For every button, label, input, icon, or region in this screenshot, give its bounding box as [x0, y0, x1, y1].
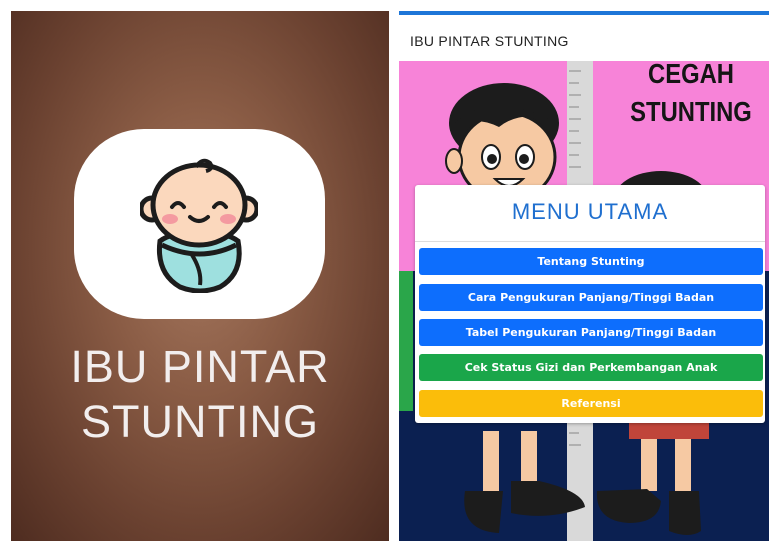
menu-button-cara-pengukuran[interactable]: Cara Pengukuran Panjang/Tinggi Badan [419, 284, 763, 311]
app-bar-title: IBU PINTAR STUNTING [410, 33, 569, 49]
poster-headline: CEGAH STUNTING [623, 55, 759, 131]
menu-button-tabel-pengukuran[interactable]: Tabel Pengukuran Panjang/Tinggi Badan [419, 319, 763, 346]
menu-button-referensi[interactable]: Referensi [419, 390, 763, 417]
main-menu-card: MENU UTAMA Tentang Stunting Cara Penguku… [415, 185, 765, 423]
baby-icon [140, 158, 258, 293]
menu-button-cek-status-gizi[interactable]: Cek Status Gizi dan Perkembangan Anak [419, 354, 763, 381]
menu-divider [415, 241, 765, 242]
menu-button-tentang-stunting[interactable]: Tentang Stunting [419, 248, 763, 275]
menu-title: MENU UTAMA [511, 199, 669, 224]
poster-headline-line1: CEGAH [648, 58, 734, 89]
app-name-line2: STUNTING [81, 396, 319, 447]
app-icon-tile[interactable] [74, 129, 325, 319]
app-screen: IBU PINTAR STUNTING CEGAH STUNTING MENU … [399, 11, 769, 541]
poster-headline-line2: STUNTING [630, 96, 752, 127]
app-name-line1: IBU PINTAR [70, 341, 330, 392]
app-launcher-panel: IBU PINTAR STUNTING [11, 11, 389, 541]
